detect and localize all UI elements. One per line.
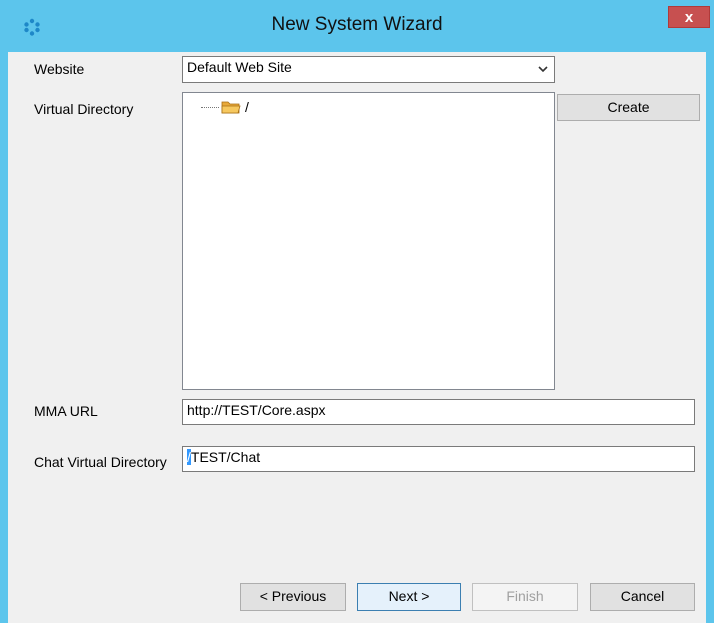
folder-icon xyxy=(221,101,241,114)
website-select[interactable]: Default Web Site xyxy=(182,56,555,83)
chat-virtual-directory-input[interactable]: /TEST/Chat xyxy=(182,446,695,472)
website-select-value: Default Web Site xyxy=(187,59,292,75)
tree-node-label: / xyxy=(245,99,249,115)
mma-url-input[interactable]: http://TEST/Core.aspx xyxy=(182,399,695,425)
tree-node-root[interactable]: / xyxy=(201,97,249,117)
mma-url-label: MMA URL xyxy=(34,403,98,419)
close-icon: x xyxy=(684,8,694,26)
window-title: New System Wizard xyxy=(271,14,443,35)
previous-button[interactable]: < Previous xyxy=(240,583,346,611)
website-label: Website xyxy=(34,61,85,77)
virtual-directory-label: Virtual Directory xyxy=(34,101,134,117)
input-text: TEST/Chat xyxy=(190,449,261,465)
chevron-down-icon xyxy=(538,66,548,73)
next-button[interactable]: Next > xyxy=(357,583,461,611)
close-button[interactable]: x xyxy=(668,6,710,28)
create-button[interactable]: Create xyxy=(557,94,700,121)
cancel-button[interactable]: Cancel xyxy=(590,583,695,611)
chat-virtual-directory-label: Chat Virtual Directory xyxy=(34,454,167,470)
title-bar[interactable]: New System Wizard x xyxy=(0,0,714,52)
wizard-content: Website Default Web Site Virtual Directo… xyxy=(8,52,706,623)
finish-button[interactable]: Finish xyxy=(472,583,578,611)
tree-connector xyxy=(201,106,219,108)
virtual-directory-tree[interactable]: / xyxy=(182,92,555,390)
wizard-window: New System Wizard x Website Default Web … xyxy=(0,0,714,623)
